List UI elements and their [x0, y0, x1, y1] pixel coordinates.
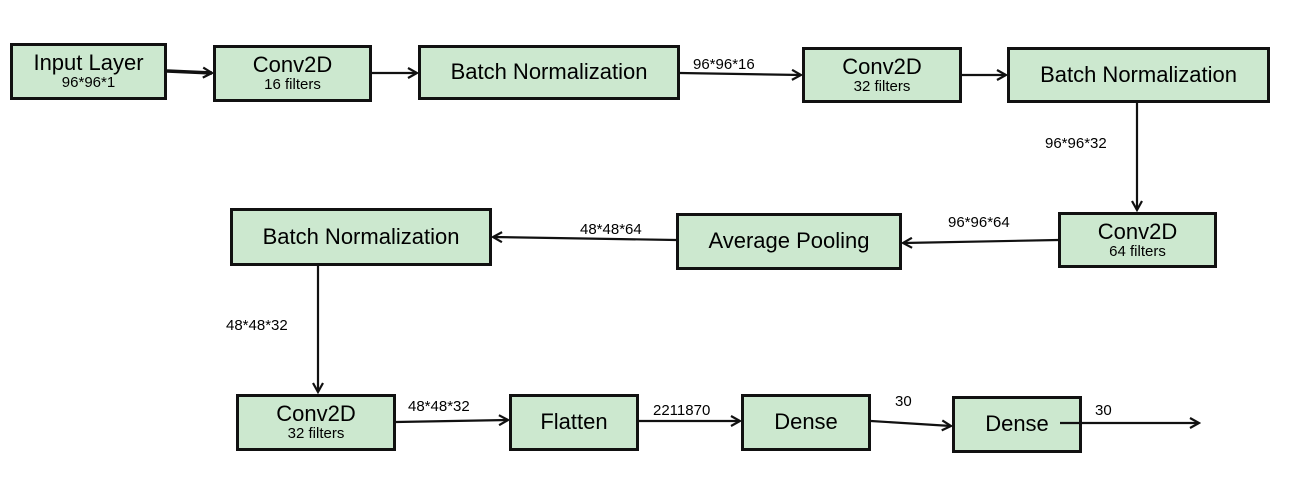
- edge-label: 48*48*64: [580, 221, 642, 238]
- edge-label: 96*96*16: [693, 56, 755, 73]
- output-arrow-layer: [1060, 0, 1290, 503]
- edge-label: 2211870: [653, 402, 711, 419]
- edge-label: 48*48*32: [408, 398, 470, 415]
- edge-label: 96*96*32: [1045, 135, 1107, 152]
- edge-label: 48*48*32: [226, 317, 288, 334]
- edge-label: 96*96*64: [948, 214, 1010, 231]
- edge-label: 30: [895, 393, 912, 410]
- edge-label: 30: [1095, 402, 1112, 419]
- cnn-architecture-diagram: Input Layer 96*96*1 Conv2D 16 filters Batc…: [0, 0, 1290, 503]
